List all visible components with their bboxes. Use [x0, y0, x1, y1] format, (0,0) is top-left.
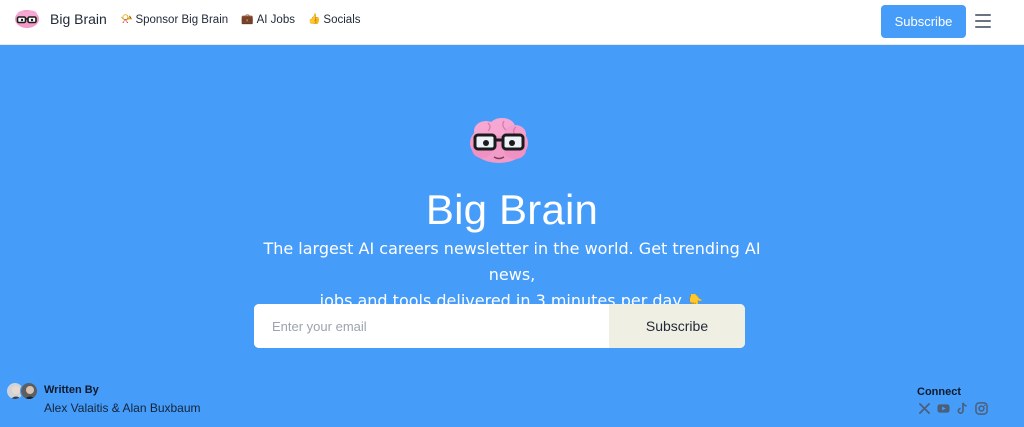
primary-nav: 📯 Sponsor Big Brain 💼 AI Jobs 👍 Socials	[120, 14, 361, 26]
header-subscribe-button[interactable]: Subscribe	[881, 5, 966, 38]
tiktok-icon[interactable]	[956, 402, 969, 415]
trumpet-icon: 📯	[120, 14, 133, 25]
subscribe-form: Subscribe	[254, 304, 745, 348]
briefcase-icon: 💼	[241, 14, 254, 25]
social-links	[918, 402, 988, 415]
brain-with-glasses-icon	[470, 118, 528, 163]
hamburger-menu-icon[interactable]	[975, 14, 991, 28]
author-avatars	[6, 382, 38, 400]
instagram-icon[interactable]	[975, 402, 988, 415]
x-icon[interactable]	[918, 402, 931, 415]
youtube-icon[interactable]	[937, 402, 950, 415]
avatar	[20, 382, 38, 400]
author-names: Alex Valaitis & Alan Buxbaum	[44, 401, 201, 415]
brand[interactable]: Big Brain	[14, 9, 107, 29]
nav-item-label: Sponsor Big Brain	[135, 14, 229, 26]
nav-item-label: AI Jobs	[256, 14, 295, 26]
brain-logo-icon	[15, 10, 39, 28]
hero-title: Big Brain	[425, 186, 599, 233]
nav-item-ai-jobs[interactable]: 💼 AI Jobs	[241, 14, 295, 26]
subscribe-button[interactable]: Subscribe	[609, 304, 745, 348]
top-navbar: Big Brain 📯 Sponsor Big Brain 💼 AI Jobs …	[0, 0, 1024, 45]
connect-label: Connect	[917, 386, 961, 398]
email-input[interactable]	[254, 304, 609, 348]
written-by-label: Written By	[44, 384, 99, 396]
thumbs-up-icon: 👍	[307, 14, 321, 25]
nav-item-label: Socials	[323, 14, 361, 26]
tagline-line-1: The largest AI careers newsletter in the…	[263, 239, 761, 284]
brand-name[interactable]: Big Brain	[50, 11, 107, 27]
nav-item-sponsor[interactable]: 📯 Sponsor Big Brain	[120, 14, 228, 26]
nav-item-socials[interactable]: 👍 Socials	[308, 14, 361, 26]
